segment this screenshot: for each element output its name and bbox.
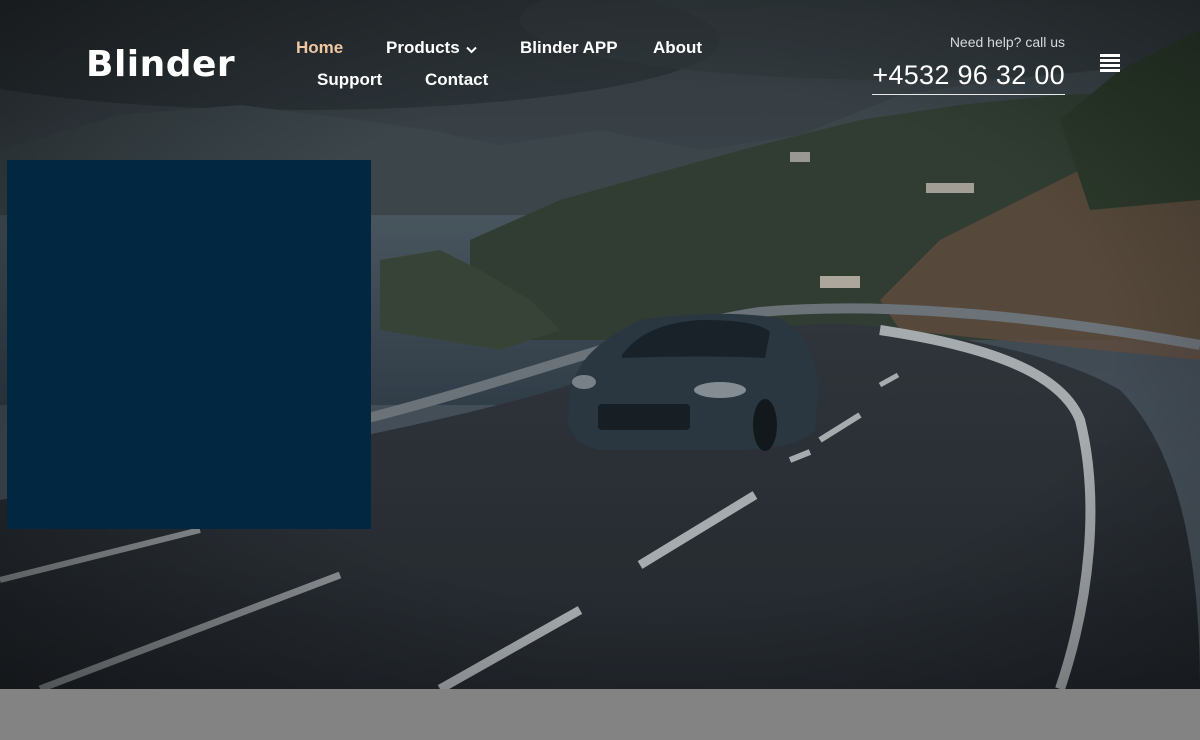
hero-section: Blinder Home Products Blinder APP About … <box>0 0 1200 689</box>
nav-item-about[interactable]: About <box>653 38 702 58</box>
help-text: Need help? call us <box>949 34 1065 50</box>
nav-item-blinder-app[interactable]: Blinder APP <box>520 38 618 58</box>
nav-item-contact[interactable]: Contact <box>425 70 488 90</box>
phone-number-link[interactable]: +4532 96 32 00 <box>872 60 1065 95</box>
nav-item-home[interactable]: Home <box>296 38 343 58</box>
footer-band <box>0 689 1200 740</box>
nav-item-support[interactable]: Support <box>317 70 382 90</box>
chevron-down-icon <box>465 39 477 59</box>
hamburger-menu-icon[interactable] <box>1100 54 1120 76</box>
brand-logo[interactable]: Blinder <box>86 44 235 85</box>
nav-item-products-label: Products <box>386 38 460 57</box>
content-panel <box>7 160 371 529</box>
nav-item-products[interactable]: Products <box>386 38 477 59</box>
